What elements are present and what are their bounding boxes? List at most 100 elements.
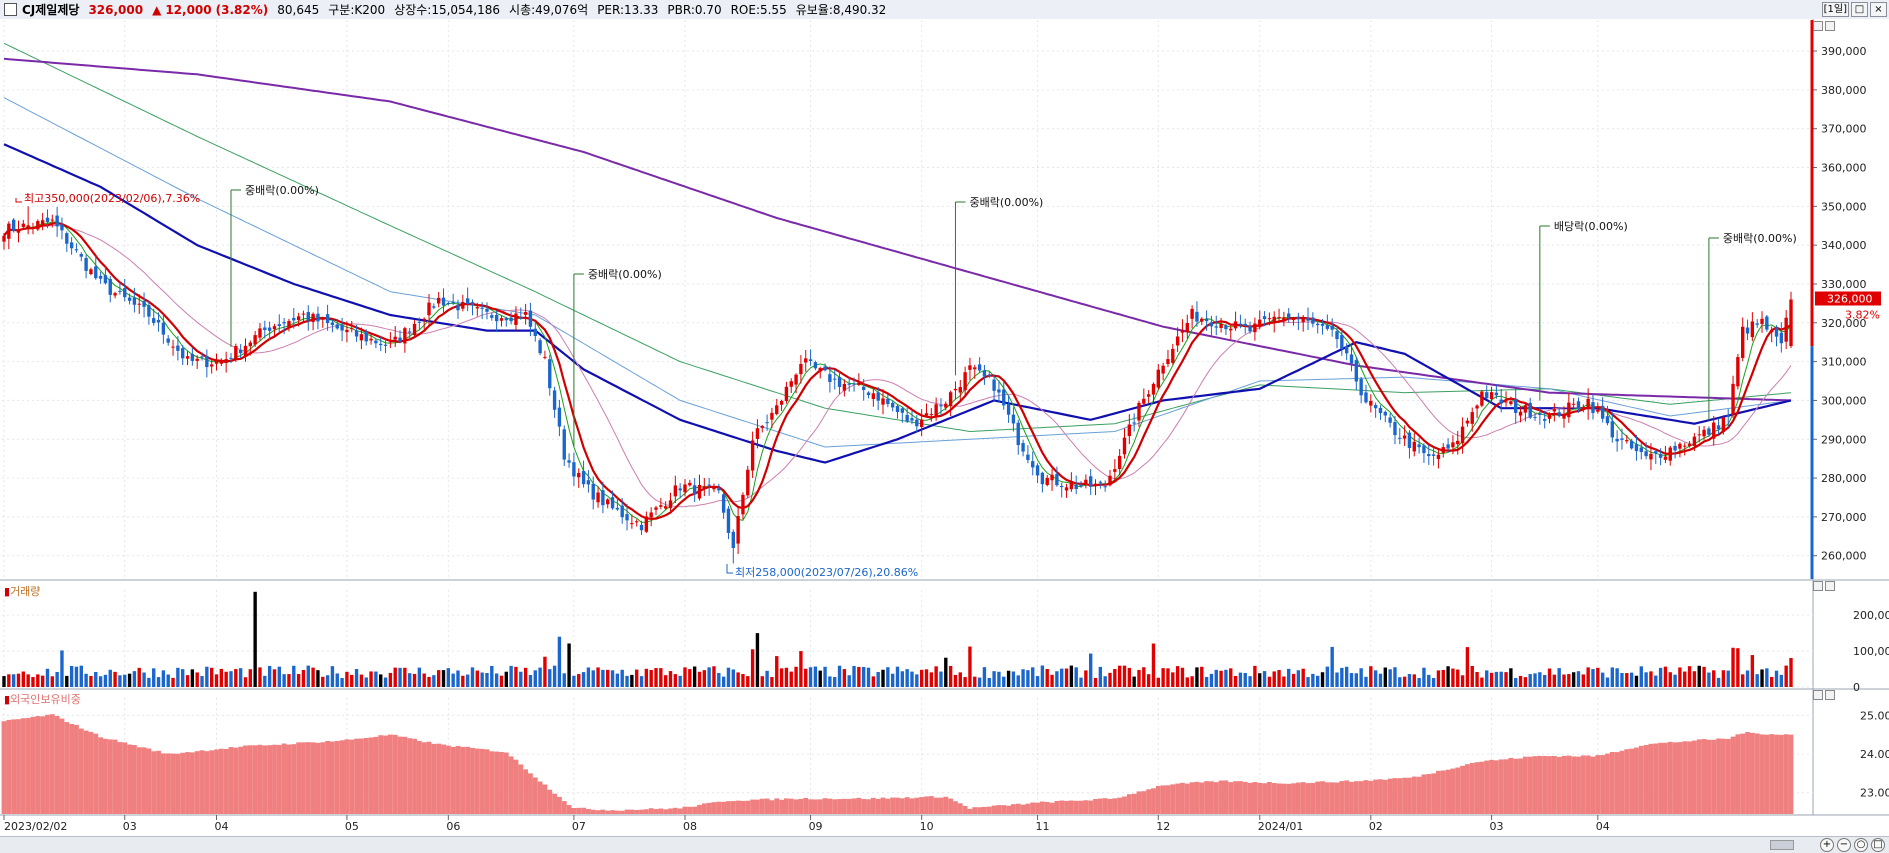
foreign-bar <box>1295 782 1301 814</box>
volume-bar <box>630 674 634 687</box>
candle <box>156 319 161 323</box>
volume-bar <box>1002 676 1006 687</box>
candle <box>1282 317 1286 321</box>
volume-bar <box>1789 658 1793 687</box>
candle <box>1480 391 1484 406</box>
volume-bar <box>726 667 731 687</box>
candle <box>374 340 378 344</box>
volume-bar <box>1262 671 1267 687</box>
volume-bar <box>118 675 122 687</box>
volume-bar <box>1166 668 1170 687</box>
foreign-bar <box>358 738 364 814</box>
foreign-bar <box>1740 733 1746 814</box>
foreign-bar <box>1131 793 1137 814</box>
candle <box>1127 424 1132 437</box>
volume-bar <box>26 674 30 687</box>
foreign-bar <box>1363 780 1369 814</box>
foreign-bar <box>1542 755 1548 814</box>
horizontal-scrollbar[interactable] <box>0 836 1889 853</box>
foreign-bar <box>431 743 437 814</box>
candle <box>567 460 571 463</box>
pane-close-icon[interactable] <box>1825 21 1835 31</box>
foreign-bar <box>610 810 615 814</box>
candle <box>301 313 306 315</box>
pane-close-icon[interactable] <box>1825 690 1835 700</box>
foreign-bar <box>803 797 809 814</box>
foreign-bar <box>494 751 500 814</box>
zoom-in-icon[interactable]: + <box>1820 838 1834 852</box>
candle <box>1369 400 1373 406</box>
foreign-bar <box>40 716 46 814</box>
volume-pane-controls[interactable] <box>1813 581 1835 591</box>
foreign-pane-controls[interactable] <box>1813 690 1835 700</box>
candle <box>1093 483 1098 486</box>
foreign-bar <box>286 744 292 814</box>
volume-bar <box>818 670 822 687</box>
volume-bar <box>1195 667 1199 687</box>
volume-bar <box>1504 672 1508 687</box>
candle <box>1359 378 1363 396</box>
volume-bar <box>1784 665 1788 687</box>
candle <box>470 302 475 306</box>
volume-bar <box>1045 668 1049 687</box>
volume-bar <box>509 665 513 687</box>
volume-tick-label: 100,000 <box>1853 645 1889 658</box>
foreign-bar <box>175 753 181 814</box>
candle <box>393 336 397 340</box>
pane-close-icon[interactable] <box>1825 581 1835 591</box>
x-tick-label: 2024/01 <box>1258 820 1304 833</box>
volume-bar <box>84 673 88 687</box>
candle <box>615 507 620 510</box>
foreign-bar <box>484 749 490 814</box>
volume-bar <box>1499 671 1503 687</box>
candle <box>1789 299 1793 347</box>
foreign-bar <box>861 799 867 814</box>
price-pane-controls[interactable] <box>1813 21 1835 31</box>
candle <box>1248 325 1252 332</box>
volume-bar <box>1489 672 1494 687</box>
volume-bar <box>1494 671 1499 687</box>
volume-bar <box>195 672 199 687</box>
volume-bar <box>451 673 455 687</box>
foreign-bar <box>1204 781 1210 814</box>
volume-bar <box>403 667 407 687</box>
foreign-bar <box>1706 739 1712 814</box>
candle <box>364 331 368 342</box>
foreign-bar <box>513 759 519 814</box>
volume-bar <box>1320 672 1325 687</box>
candle <box>881 398 885 405</box>
foreign-bar <box>1407 777 1412 814</box>
candle <box>1639 447 1643 452</box>
zoom-out-icon[interactable]: − <box>1837 838 1851 852</box>
foreign-bar <box>257 744 263 814</box>
candle <box>804 358 808 363</box>
zoom-reset-icon[interactable]: ○ <box>1854 838 1868 852</box>
volume-bar <box>649 669 653 687</box>
volume-bar <box>1349 673 1354 687</box>
volume-bar <box>939 671 943 687</box>
zoom-fit-icon[interactable]: □ <box>1871 838 1885 852</box>
candle <box>1412 441 1416 452</box>
foreign-bar <box>1503 759 1509 814</box>
foreign-bar <box>189 752 195 814</box>
pane-minimize-icon[interactable] <box>1813 690 1823 700</box>
volume-bar <box>1649 671 1653 687</box>
volume-bar <box>398 667 402 687</box>
chart-canvas[interactable]: 260,000 270,000 280,000 290,000 300,000 310,0… <box>0 0 1889 836</box>
scroll-thumb[interactable] <box>1770 840 1794 850</box>
volume-bar <box>1600 672 1605 687</box>
foreign-bar <box>1199 782 1205 814</box>
foreign-bar <box>769 800 775 814</box>
volume-bar <box>1774 670 1779 687</box>
pane-minimize-icon[interactable] <box>1813 581 1823 591</box>
foreign-bar <box>1682 741 1688 814</box>
candle <box>1542 419 1547 421</box>
pane-minimize-icon[interactable] <box>1813 21 1823 31</box>
foreign-bar <box>98 737 104 814</box>
foreign-bar <box>1059 800 1065 814</box>
candle <box>1088 476 1093 487</box>
foreign-bar <box>812 799 818 814</box>
candle <box>1253 323 1257 333</box>
volume-bar <box>1398 677 1402 687</box>
candle <box>123 288 127 298</box>
